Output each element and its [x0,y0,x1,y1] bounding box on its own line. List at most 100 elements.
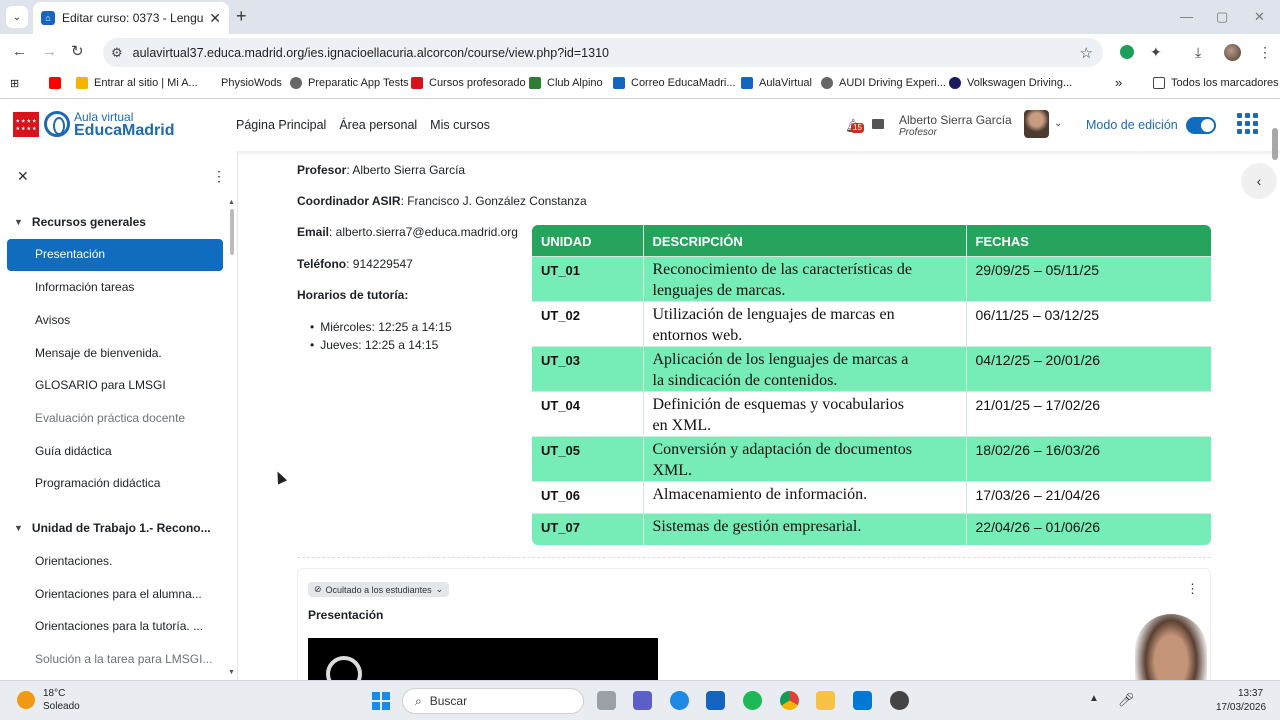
maximize-window-icon[interactable]: ▢ [1216,9,1228,25]
edit-mode-toggle[interactable] [1186,117,1216,134]
index-item[interactable]: Solución a la tarea para LMSGI... [35,652,212,666]
microphone-icon[interactable]: 🎤︎ [1118,692,1135,708]
bookmark-item[interactable]: Club Alpino [529,77,603,89]
index-item[interactable]: Orientaciones. [35,554,112,568]
task-view-icon[interactable] [597,691,616,710]
vscode-icon[interactable] [853,691,872,710]
bookmark-item[interactable]: AulaVirtual [741,77,812,89]
logo-title[interactable]: EducaMadrid [74,122,174,140]
index-item[interactable]: Orientaciones para el alumna... [35,587,202,601]
bookmark-star-icon[interactable]: ☆ [1080,44,1093,62]
browser-tab-active[interactable]: ⌂ Editar curso: 0373 - Lenguajes de marc… [33,2,229,34]
nav-pagina-principal[interactable]: Página Principal [236,118,326,132]
windows-start-icon[interactable] [372,692,390,710]
apps-grid-icon[interactable]: ⊞ [10,77,19,90]
info-value: : Alberto Sierra García [346,163,466,177]
bookmarks-overflow-icon[interactable]: » [1115,75,1122,90]
minimize-window-icon[interactable]: — [1180,9,1193,24]
user-name[interactable]: Alberto Sierra García [899,113,1012,127]
index-item[interactable]: Evaluación práctica docente [35,411,185,425]
bookmark-item[interactable]: Correo EducaMadri... [613,77,736,89]
profile-avatar[interactable] [1224,44,1241,61]
reload-icon[interactable]: ↻ [71,43,84,61]
address-bar[interactable]: ⚙ aulavirtual37.educa.madrid.org/ies.ign… [103,38,1103,67]
educamadrid-logo-icon[interactable] [44,111,70,137]
scroll-up-arrow-icon[interactable]: ▲ [228,199,235,206]
back-arrow-icon[interactable]: ← [12,43,27,61]
bookmark-item[interactable]: PhysioWods [203,77,282,89]
index-item[interactable]: Mensaje de bienvenida. [35,346,162,360]
clock-time[interactable]: 13:37 [1238,688,1263,699]
site-header: Aula virtual EducaMadrid Página Principa… [0,99,1280,151]
bookmark-item[interactable]: Volkswagen Driving... [949,77,1072,89]
weather-temperature[interactable]: 18°C [43,688,65,699]
extensions-puzzle-icon[interactable]: ✦ [1150,44,1162,61]
primary-navigation: Página Principal Área personal Mis curso… [236,118,490,132]
forward-arrow-icon[interactable]: → [42,43,57,61]
activity-options-icon[interactable]: ⋮ [1186,581,1199,597]
comunidad-madrid-flag-icon[interactable] [13,112,39,137]
table-row: UT_07 Sistemas de gestión empresarial. 2… [532,512,1211,545]
drawer-scrollbar-thumb[interactable] [230,209,234,255]
user-menu-chevron-down-icon[interactable]: ⌄ [1054,118,1062,129]
index-item[interactable]: GLOSARIO para LMSGI [35,378,166,392]
edge-icon[interactable] [670,691,689,710]
section-unidad-trabajo-1[interactable]: ▼ Unidad de Trabajo 1.- Recono... [14,521,211,535]
address-url[interactable]: aulavirtual37.educa.madrid.org/ies.ignac… [133,46,609,60]
scroll-down-arrow-icon[interactable]: ▼ [228,669,235,676]
course-index-options-icon[interactable]: ⋮ [212,168,226,185]
bookmark-item[interactable]: Cursos profesorado [411,77,526,89]
close-window-icon[interactable]: ✕ [1254,9,1265,25]
bookmark-item[interactable]: Entrar al sitio | Mi A... [76,77,198,89]
tab-search-chevron-icon[interactable]: ⌄ [6,6,28,28]
weather-description[interactable]: Soleado [43,701,80,712]
teams-icon[interactable] [633,691,652,710]
section-recursos-generales[interactable]: ▼ Recursos generales [14,215,146,229]
open-right-drawer-chevron-left-icon[interactable]: ‹ [1241,163,1277,199]
nav-mis-cursos[interactable]: Mis cursos [430,118,490,132]
chrome-icon[interactable] [780,691,799,710]
apps-menu-icon[interactable] [1237,113,1258,134]
index-item-presentacion[interactable]: Presentación [7,239,223,271]
messages-icon[interactable] [872,119,884,129]
notifications-button[interactable]: 🔔︎ 15 [845,118,864,133]
taskbar-search[interactable]: ⌕ Buscar [402,688,584,714]
index-item[interactable]: Avisos [35,313,70,327]
index-item[interactable]: Guía didáctica [35,444,112,458]
index-item[interactable]: Orientaciones para la tutoría. ... [35,619,203,633]
obs-recording-icon[interactable] [890,691,909,710]
user-avatar[interactable] [1024,110,1049,138]
nav-area-personal[interactable]: Área personal [339,118,417,132]
visibility-badge[interactable]: ⊘ Ocultado a los estudiantes ⌄ [308,582,450,597]
bookmark-item[interactable]: Preparatic App Tests [290,77,409,89]
spotify-icon[interactable] [743,691,762,710]
all-bookmarks[interactable]: Todos los marcadores [1153,77,1279,89]
video-player[interactable] [308,638,658,681]
bookmarks-bar: ⊞ Entrar al sitio | Mi A... PhysioWods P… [0,71,1280,99]
section-title: Recursos generales [31,215,146,229]
chevron-down-icon[interactable]: ▼ [14,523,23,533]
clock-date[interactable]: 17/03/2026 [1216,702,1266,713]
browser-menu-icon[interactable]: ⋮ [1258,44,1272,61]
chevron-down-icon[interactable]: ▼ [14,217,23,227]
unit-description: Reconocimiento de las características de… [642,255,966,301]
tutoring-slot: Jueves: 12:25 a 14:15 [310,338,438,352]
index-item[interactable]: Información tareas [35,280,134,294]
file-explorer-icon[interactable] [816,691,835,710]
bookmark-favicon-icon [203,77,215,89]
activity-title[interactable]: Presentación [308,608,383,622]
tray-overflow-chevron-up-icon[interactable]: ▲ [1089,693,1099,704]
store-icon[interactable] [706,691,725,710]
header-unidad: UNIDAD [532,225,643,256]
bookmark-item[interactable]: AUDI Driving Experi... [821,77,946,89]
downloads-icon[interactable]: ⤓ [1195,44,1201,61]
new-tab-plus-icon[interactable]: + [236,7,247,25]
page-scrollbar-thumb[interactable] [1272,128,1278,160]
index-item[interactable]: Programación didáctica [35,476,160,490]
bookmark-youtube[interactable] [49,77,67,89]
close-drawer-icon[interactable]: ✕ [17,168,29,185]
tab-close-icon[interactable]: ✕ [209,10,221,27]
sun-weather-icon[interactable] [17,691,35,709]
site-info-icon[interactable]: ⚙ [111,45,123,61]
grammar-extension-icon[interactable] [1120,45,1134,59]
